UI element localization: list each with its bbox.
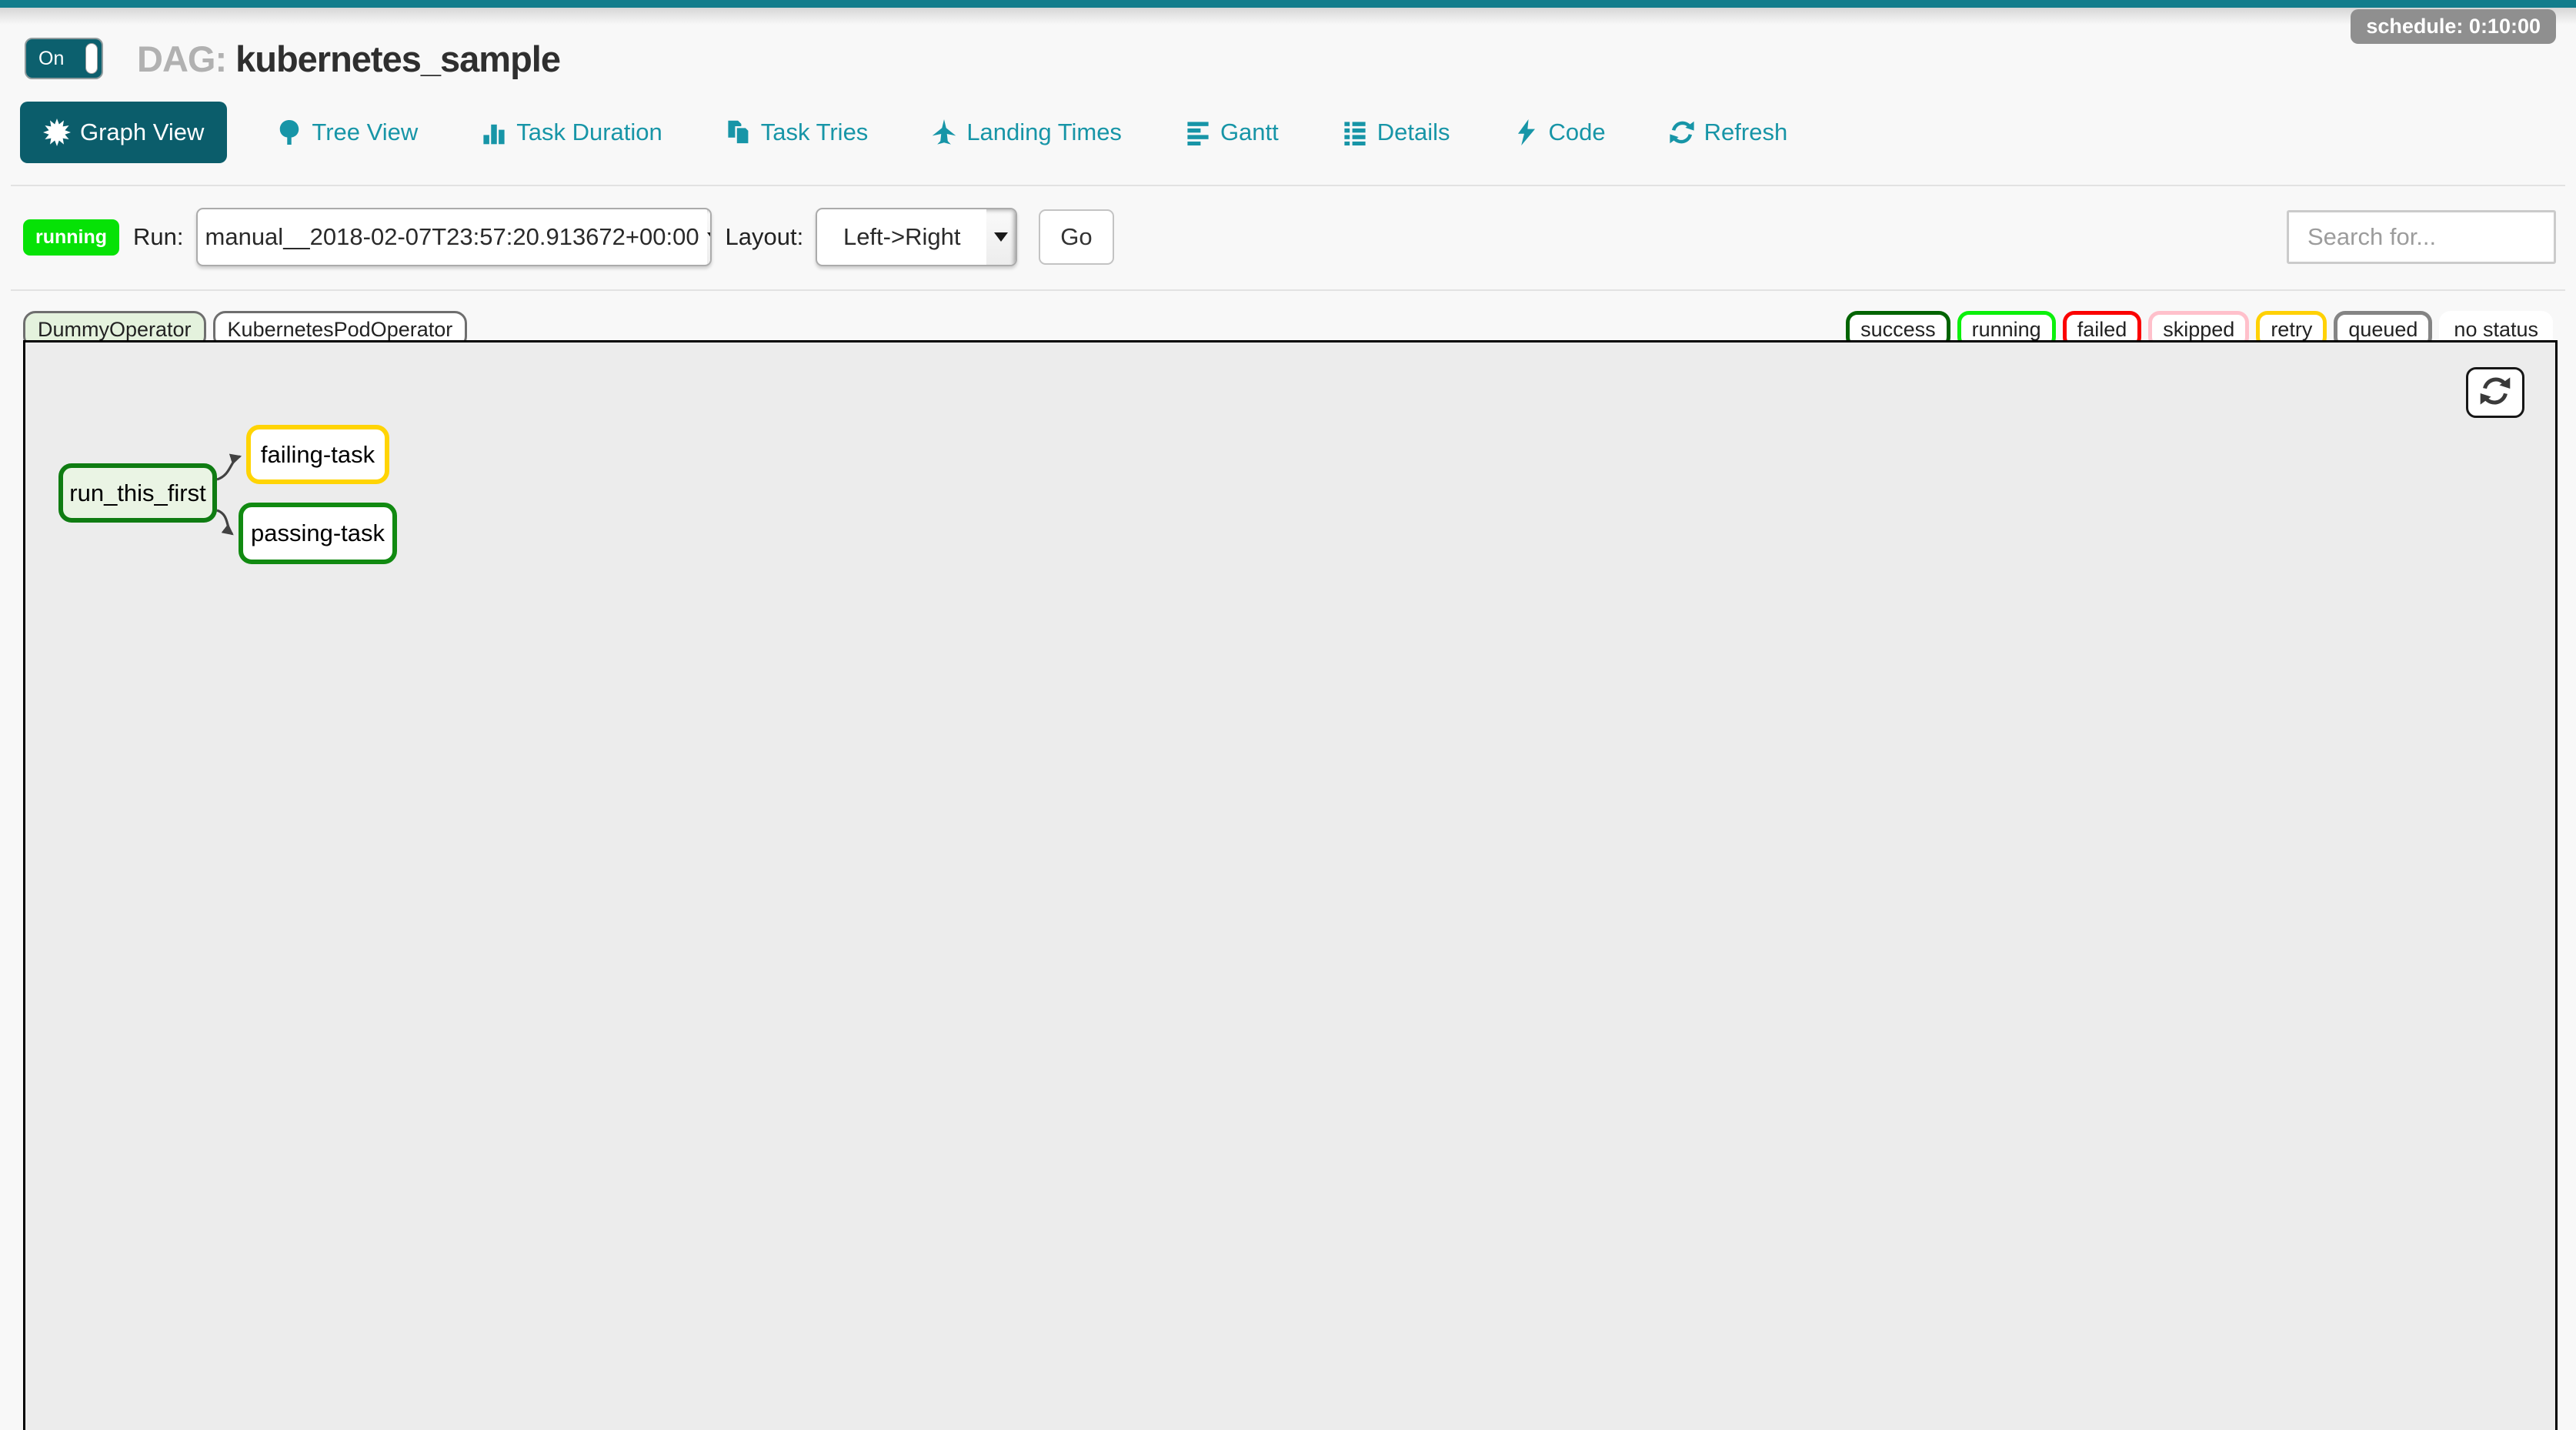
run-select-value: manual__2018-02-07T23:57:20.913672+00:00: [198, 223, 707, 251]
dag-title-prefix: DAG:: [137, 38, 226, 79]
task-node-run-this-first[interactable]: run_this_first: [58, 463, 217, 523]
dropdown-arrow-icon[interactable]: [707, 209, 712, 265]
layout-label: Layout:: [726, 223, 804, 251]
tab-label: Code: [1549, 119, 1606, 146]
page-title: DAG:kubernetes_sample: [137, 38, 560, 80]
tab-label: Task Duration: [516, 119, 662, 146]
list-icon: [1342, 119, 1368, 145]
dag-name: kubernetes_sample: [235, 38, 560, 79]
toggle-handle-icon[interactable]: [85, 43, 98, 74]
schedule-badge: schedule: 0:10:00: [2351, 9, 2556, 44]
tab-gantt[interactable]: Gantt: [1166, 103, 1297, 162]
tab-landing-times[interactable]: Landing Times: [913, 103, 1140, 162]
navbar-shadow: [0, 8, 2576, 25]
layout-select[interactable]: Left->Right: [816, 208, 1017, 266]
dropdown-arrow-icon[interactable]: [986, 209, 1016, 265]
tab-label: Landing Times: [966, 119, 1122, 146]
divider: [11, 185, 2565, 186]
tab-tree-view[interactable]: Tree View: [258, 103, 436, 162]
tab-label: Details: [1377, 119, 1450, 146]
align-left-icon: [1185, 119, 1211, 145]
navbar-strip: [0, 0, 2576, 8]
task-node-failing-task[interactable]: failing-task: [246, 425, 389, 484]
tab-label: Refresh: [1704, 119, 1788, 146]
dagrun-status-badge: running: [23, 219, 119, 256]
burst-icon: [43, 119, 71, 146]
graph-refresh-button[interactable]: [2466, 367, 2524, 418]
tab-label: Tree View: [312, 119, 418, 146]
view-tabs: Graph View Tree View Task Duration Task …: [20, 102, 2576, 163]
tab-graph-view[interactable]: Graph View: [20, 102, 227, 163]
task-node-passing-task[interactable]: passing-task: [239, 503, 397, 564]
bar-chart-icon: [481, 119, 507, 145]
duplicate-icon: [726, 119, 752, 145]
tab-code[interactable]: Code: [1495, 103, 1624, 162]
run-controls: running Run: manual__2018-02-07T23:57:20…: [23, 208, 2556, 266]
bolt-icon: [1513, 119, 1540, 145]
run-label: Run:: [133, 223, 183, 251]
refresh-icon: [2479, 375, 2511, 411]
tab-label: Graph View: [80, 119, 204, 146]
tree-icon: [276, 119, 302, 145]
divider: [11, 289, 2565, 291]
run-select[interactable]: manual__2018-02-07T23:57:20.913672+00:00: [196, 208, 712, 266]
tab-refresh[interactable]: Refresh: [1650, 103, 1807, 162]
tab-label: Task Tries: [761, 119, 869, 146]
dag-header: On DAG:kubernetes_sample: [25, 35, 2576, 82]
tab-details[interactable]: Details: [1323, 103, 1469, 162]
dag-graph-canvas[interactable]: run_this_first failing-task passing-task: [23, 340, 2558, 1430]
tab-task-duration[interactable]: Task Duration: [462, 103, 681, 162]
dag-pause-toggle[interactable]: On: [25, 38, 103, 79]
plane-icon: [931, 119, 957, 145]
tab-task-tries[interactable]: Task Tries: [707, 103, 887, 162]
refresh-icon: [1669, 119, 1695, 145]
tab-label: Gantt: [1220, 119, 1279, 146]
toggle-on-label: On: [38, 48, 64, 70]
search-input[interactable]: [2287, 210, 2556, 264]
go-button[interactable]: Go: [1039, 209, 1113, 265]
layout-select-value: Left->Right: [817, 223, 986, 251]
